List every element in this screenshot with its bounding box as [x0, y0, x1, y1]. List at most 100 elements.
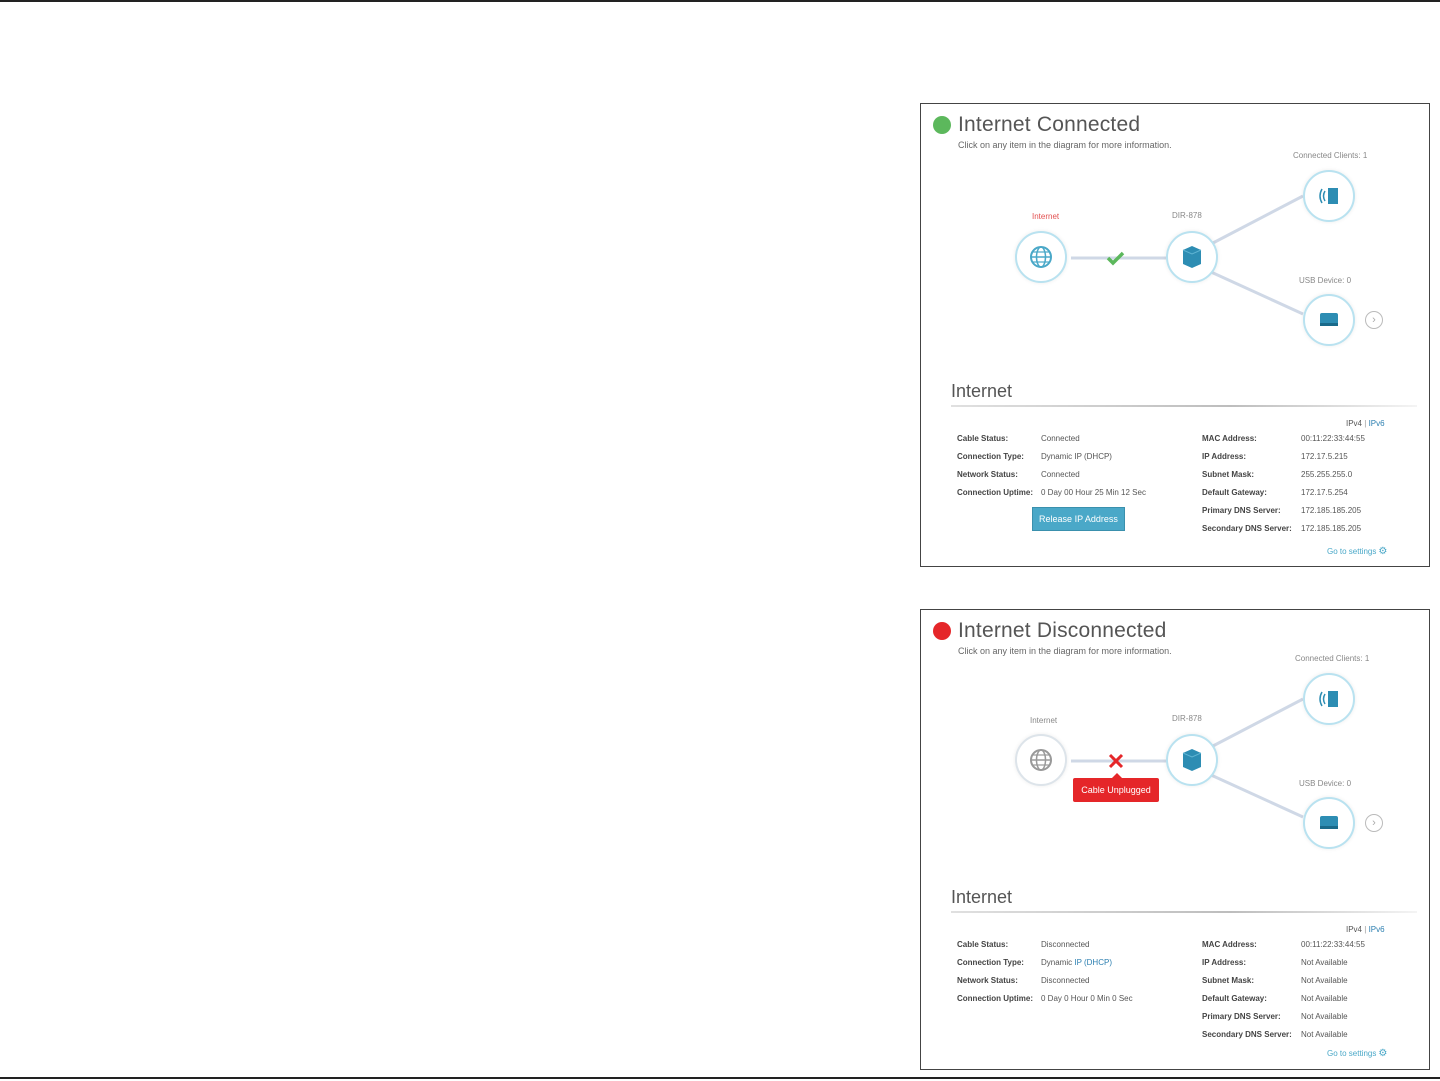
globe-icon	[1030, 246, 1052, 268]
cable-unplugged-badge: Cable Unplugged	[1073, 773, 1159, 802]
info-label: Cable Status:	[957, 939, 1009, 949]
gear-icon: ⚙	[1378, 1048, 1388, 1059]
info-value: 0 Day 0 Hour 0 Min 0 Sec	[1041, 993, 1133, 1003]
go-to-settings-link[interactable]: Go to settings ⚙	[1327, 1048, 1387, 1059]
info-row: IP Address: Not Available	[1202, 953, 1365, 971]
wireless-device-icon	[1319, 691, 1338, 707]
info-label: Connection Type:	[957, 451, 1024, 461]
connected-clients-node[interactable]	[1303, 170, 1355, 222]
info-value: 172.17.5.215	[1301, 451, 1348, 461]
info-row: MAC Address: 00:11:22:33:44:55	[1202, 935, 1365, 953]
chevron-right-icon[interactable]: ›	[1365, 814, 1383, 832]
go-to-settings-label: Go to settings	[1327, 1049, 1377, 1058]
info-value: Not Available	[1301, 957, 1348, 967]
info-value: 00:11:22:33:44:55	[1301, 939, 1365, 949]
info-row: Connection Uptime: 0 Day 0 Hour 0 Min 0 S…	[957, 989, 1133, 1007]
info-value: 00:11:22:33:44:55	[1301, 433, 1365, 443]
info-value: Not Available	[1301, 1029, 1348, 1039]
connected-clients-node[interactable]	[1303, 673, 1355, 725]
internet-disconnected-panel: Internet Disconnected Click on any item …	[920, 609, 1430, 1070]
ip-version-toggle: IPv4 | IPv6	[1346, 419, 1385, 428]
chevron-right-icon[interactable]: ›	[1365, 311, 1383, 329]
router-label: DIR-878	[1172, 714, 1202, 723]
info-row: Connection Type: Dynamic IP (DHCP)	[957, 953, 1133, 971]
gear-icon: ⚙	[1378, 546, 1388, 557]
internet-label: Internet	[1032, 212, 1060, 221]
info-value-link[interactable]: IP (DHCP)	[1074, 958, 1112, 967]
info-value: Connected	[1041, 433, 1080, 443]
globe-icon	[1030, 749, 1052, 771]
page-top-rule	[0, 0, 1440, 2]
ipv4-tab[interactable]: IPv4	[1346, 419, 1362, 428]
usb-drive-icon	[1320, 816, 1338, 829]
info-label: IP Address:	[1202, 451, 1247, 461]
info-row: Primary DNS Server: 172.185.185.205	[1202, 501, 1365, 519]
info-row: Default Gateway: 172.17.5.254	[1202, 483, 1365, 501]
info-value: Not Available	[1301, 975, 1348, 985]
internet-info-right: MAC Address: 00:11:22:33:44:55 IP Address…	[1202, 429, 1365, 537]
ip-version-toggle: IPv4 | IPv6	[1346, 925, 1385, 934]
internet-info-right: MAC Address: 00:11:22:33:44:55 IP Address…	[1202, 935, 1365, 1043]
info-value: 172.185.185.205	[1301, 523, 1362, 533]
info-value: Connected	[1041, 469, 1080, 479]
info-row: IP Address: 172.17.5.215	[1202, 447, 1365, 465]
ipv6-tab[interactable]: IPv6	[1369, 925, 1385, 934]
info-label: Subnet Mask:	[1202, 975, 1255, 985]
info-value: 172.17.5.254	[1301, 487, 1348, 497]
ipv4-tab[interactable]: IPv4	[1346, 925, 1362, 934]
release-ip-button[interactable]: Release IP Address	[1032, 507, 1125, 531]
info-label: Network Status:	[957, 469, 1018, 479]
section-divider	[951, 405, 1417, 407]
router-node[interactable]	[1166, 734, 1218, 786]
internet-node[interactable]	[1015, 231, 1067, 283]
info-row: Primary DNS Server: Not Available	[1202, 1007, 1365, 1025]
router-icon	[1182, 749, 1202, 771]
section-title: Internet	[951, 887, 1013, 907]
usb-label: USB Device: 0	[1299, 276, 1352, 285]
internet-info-left: Cable Status: Disconnected Connection Typ…	[957, 935, 1133, 1007]
toggle-separator: |	[1364, 419, 1367, 428]
info-row: Secondary DNS Server: 172.185.185.205	[1202, 519, 1365, 537]
info-row: Cable Status: Disconnected	[957, 935, 1133, 953]
info-value: 0 Day 00 Hour 25 Min 12 Sec	[1041, 487, 1146, 497]
internet-node[interactable]	[1015, 734, 1067, 786]
network-diagram: Internet DIR-878 Connected Clients: 1 US…	[921, 610, 1429, 880]
info-label: Default Gateway:	[1202, 487, 1267, 497]
go-to-settings-link[interactable]: Go to settings ⚙	[1327, 546, 1387, 557]
router-node[interactable]	[1166, 231, 1218, 283]
info-label: Primary DNS Server:	[1202, 505, 1281, 515]
ipv6-tab[interactable]: IPv6	[1369, 419, 1385, 428]
usb-label: USB Device: 0	[1299, 779, 1352, 788]
info-row: Cable Status: Connected	[957, 429, 1146, 447]
internet-info-left: Cable Status: Connected Connection Type: D…	[957, 429, 1146, 501]
info-label: Primary DNS Server:	[1202, 1011, 1281, 1021]
info-value: Disconnected	[1041, 975, 1090, 985]
info-row: MAC Address: 00:11:22:33:44:55	[1202, 429, 1365, 447]
usb-device-node[interactable]	[1303, 797, 1355, 849]
toggle-separator: |	[1364, 925, 1367, 934]
info-value: Not Available	[1301, 993, 1348, 1003]
info-row: Subnet Mask: 255.255.255.0	[1202, 465, 1365, 483]
go-to-settings-label: Go to settings	[1327, 547, 1377, 556]
wireless-device-icon	[1319, 188, 1338, 204]
info-label: Network Status:	[957, 975, 1018, 985]
info-row: Network Status: Disconnected	[957, 971, 1133, 989]
info-row: Network Status: Connected	[957, 465, 1146, 483]
info-value: 172.185.185.205	[1301, 505, 1362, 515]
usb-drive-icon	[1320, 313, 1338, 326]
info-label: Default Gateway:	[1202, 993, 1267, 1003]
clients-label: Connected Clients: 1	[1293, 151, 1368, 160]
info-value: Dynamic IP (DHCP)	[1041, 451, 1112, 461]
internet-label: Internet	[1030, 716, 1058, 725]
info-label: MAC Address:	[1202, 433, 1257, 443]
section-divider	[951, 911, 1417, 913]
page-bottom-rule	[0, 1077, 1440, 1079]
info-label: Secondary DNS Server:	[1202, 1029, 1292, 1039]
info-value: Not Available	[1301, 1011, 1348, 1021]
info-label: Connection Uptime:	[957, 487, 1033, 497]
info-value: Dynamic IP (DHCP)	[1041, 958, 1112, 967]
info-label: Connection Uptime:	[957, 993, 1033, 1003]
info-value: Disconnected	[1041, 939, 1090, 949]
usb-device-node[interactable]	[1303, 294, 1355, 346]
info-row: Default Gateway: Not Available	[1202, 989, 1365, 1007]
